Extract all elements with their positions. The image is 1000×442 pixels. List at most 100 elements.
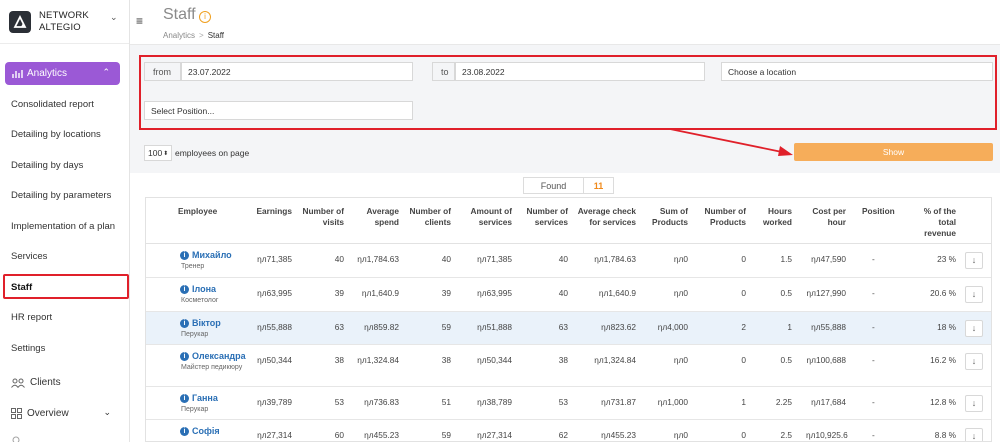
per-page-select[interactable]: 100 ⬍ [144, 145, 173, 161]
cell-num-products: 0 [741, 288, 746, 298]
download-arrow-icon[interactable]: ↓ [965, 353, 983, 370]
cell-visits: 60 [334, 430, 344, 440]
sidebar-item-overview[interactable]: Overview ⌄ [11, 407, 121, 419]
cell-avg-check: ηл731.87 [601, 397, 636, 407]
cell-pct: 12.8 % [930, 397, 956, 407]
breadcrumb-analytics[interactable]: Analytics [163, 31, 195, 40]
employee-name[interactable]: Ганна [192, 393, 218, 403]
download-arrow-icon[interactable]: ↓ [965, 395, 983, 412]
filter-highlight-box [139, 55, 997, 130]
col-number-of-visits[interactable]: Number of visits [302, 206, 345, 228]
cell-hours: 0.5 [780, 288, 792, 298]
sidebar-item-settings[interactable]: Settings [11, 343, 45, 354]
found-counter: Found 11 [523, 177, 614, 194]
employee-name[interactable]: Олександра [192, 351, 246, 361]
cell-num-products: 0 [741, 254, 746, 264]
cell-position: - [872, 430, 875, 440]
cell-visits: 38 [334, 355, 344, 365]
cell-avg-spend: ηл1,784.63 [357, 254, 399, 264]
employee-cell: i Ілона Косметолог [180, 284, 251, 305]
info-icon[interactable]: i [180, 426, 189, 436]
found-label: Found [524, 178, 584, 193]
sidebar-item-partial[interactable] [11, 434, 22, 442]
cell-avg-check: ηл455.23 [601, 430, 636, 440]
col-sum-of-products[interactable]: Sum of Products [646, 206, 688, 228]
cell-sum-products: ηл4,000 [657, 322, 688, 332]
sidebar-item-detailing-by-days[interactable]: Detailing by days [11, 160, 83, 171]
cell-num-services: 53 [558, 397, 568, 407]
col-average-spend[interactable]: Average spend [357, 206, 399, 228]
staff-highlight-box [3, 274, 129, 299]
overview-label: Overview [27, 408, 69, 419]
employee-cell: i Софія [180, 426, 251, 439]
sidebar-item-detailing-by-parameters[interactable]: Detailing by parameters [11, 190, 111, 201]
download-arrow-icon[interactable]: ↓ [965, 320, 983, 337]
employee-position: Тренер [181, 263, 205, 270]
col-hours-worked[interactable]: Hours worked [758, 206, 792, 228]
sidebar-item-clients[interactable]: Clients [11, 377, 61, 388]
col-number-of-services[interactable]: Number of services [521, 206, 569, 228]
chevron-down-icon[interactable]: ⌄ [110, 12, 118, 23]
table-row: i Софія ηл27,314 60 ηл455.23 59 ηл27,314 62 ηл45… [146, 420, 991, 441]
cell-sum-products: ηл0 [673, 288, 688, 298]
cell-pct: 16.2 % [930, 355, 956, 365]
col-position[interactable]: Position [862, 206, 895, 217]
sidebar-item-consolidated-report[interactable]: Consolidated report [11, 99, 94, 110]
sidebar-item-services[interactable]: Services [11, 251, 47, 262]
info-icon[interactable]: i [180, 318, 189, 328]
cell-sum-products: ηл0 [673, 355, 688, 365]
hamburger-menu-icon[interactable]: ≡ [136, 14, 143, 28]
employee-name-link[interactable]: i Михайло [180, 250, 251, 260]
cell-num-services: 62 [558, 430, 568, 440]
download-arrow-icon[interactable]: ↓ [965, 286, 983, 303]
breadcrumb-separator-icon: > [199, 31, 204, 40]
cell-pct: 20.6 % [930, 288, 956, 298]
employee-name[interactable]: Ілона [192, 284, 216, 294]
info-icon[interactable]: i [180, 351, 189, 361]
employee-name-link[interactable]: i Ілона [180, 284, 251, 294]
cell-cost-hour: ηл55,888 [811, 322, 846, 332]
sidebar-item-detailing-by-locations[interactable]: Detailing by locations [11, 129, 101, 140]
sidebar-item-hr-report[interactable]: HR report [11, 312, 52, 323]
col-average-check[interactable]: Average check for services [574, 206, 636, 228]
col-amount-of-services[interactable]: Amount of services [464, 206, 512, 228]
top-header: ≡ Staff i Analytics > Staff [130, 0, 1000, 45]
sidebar-item-implementation-of-a-plan[interactable]: Implementation of a plan [11, 221, 115, 232]
employee-name-link[interactable]: i Ганна [180, 393, 251, 403]
cell-position: - [872, 397, 875, 407]
info-icon[interactable]: i [180, 284, 189, 294]
cell-position: - [872, 288, 875, 298]
employee-name-link[interactable]: i Олександра [180, 351, 251, 361]
col-number-of-clients[interactable]: Number of clients [408, 206, 452, 228]
cell-visits: 39 [334, 288, 344, 298]
download-arrow-icon[interactable]: ↓ [965, 428, 983, 441]
cell-earnings: ηл50,344 [257, 355, 292, 365]
sidebar-item-analytics[interactable]: Analytics ⌃ [5, 62, 120, 85]
info-icon[interactable]: i [180, 250, 189, 260]
cell-earnings: ηл39,789 [257, 397, 292, 407]
col-number-of-products[interactable]: Number of Products [700, 206, 747, 228]
cell-cost-hour: ηл100,688 [806, 355, 846, 365]
cell-sum-products: ηл1,000 [657, 397, 688, 407]
employee-name-link[interactable]: i Віктор [180, 318, 251, 328]
cell-avg-spend: ηл736.83 [364, 397, 399, 407]
download-arrow-icon[interactable]: ↓ [965, 252, 983, 269]
info-icon[interactable]: i [180, 393, 189, 403]
employee-name-link[interactable]: i Софія [180, 426, 251, 436]
analytics-label: Analytics [27, 68, 68, 79]
show-button[interactable]: Show [794, 143, 993, 161]
col-cost-per-hour[interactable]: Cost per hour [806, 206, 846, 228]
info-icon[interactable]: i [199, 11, 211, 23]
employee-name[interactable]: Віктор [192, 318, 221, 328]
col-employee[interactable]: Employee [178, 206, 217, 217]
col-pct-total-revenue[interactable]: % of the total revenue [916, 206, 956, 239]
employee-name[interactable]: Софія [192, 426, 220, 436]
cell-cost-hour: ηл10,925.6 [806, 430, 848, 440]
cell-avg-check: ηл1,784.63 [594, 254, 636, 264]
per-page-label: employees on page [175, 148, 250, 158]
col-earnings[interactable]: Earnings [254, 206, 292, 217]
cell-num-products: 0 [741, 430, 746, 440]
overview-icon [11, 408, 22, 419]
employee-name[interactable]: Михайло [192, 250, 232, 260]
cell-earnings: ηл27,314 [257, 430, 292, 440]
